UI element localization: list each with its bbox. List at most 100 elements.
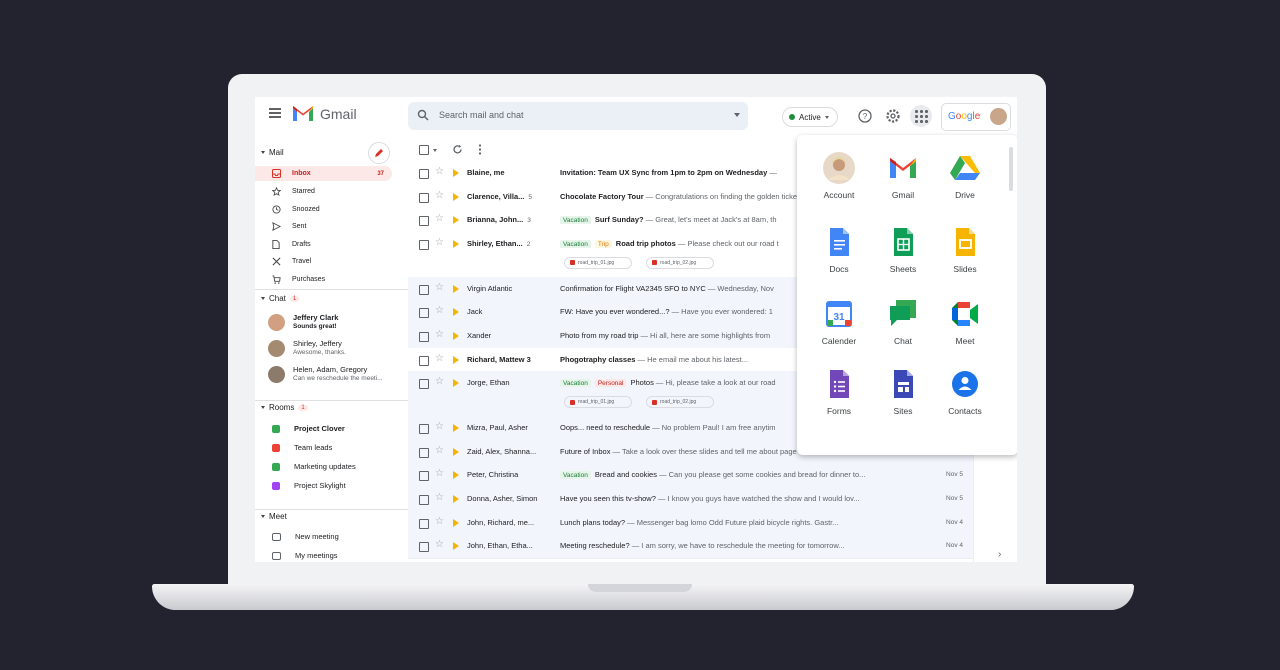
room-item[interactable]: Project Skylight [272,478,346,493]
star-icon[interactable]: ☆ [435,305,444,316]
star-icon[interactable]: ☆ [435,237,444,248]
row-checkbox[interactable] [419,216,429,227]
important-marker-icon[interactable] [453,355,459,364]
app-slides[interactable]: Slides [935,226,995,274]
chat-item[interactable]: Helen, Adam, Gregory Can we reschedule t… [268,364,403,388]
star-icon[interactable]: ☆ [435,421,444,432]
email-label[interactable]: Vacation [560,239,591,248]
email-label[interactable]: Vacation [560,216,591,225]
star-icon[interactable]: ☆ [435,539,444,550]
row-checkbox[interactable] [419,424,429,435]
app-meet[interactable]: Meet [935,298,995,346]
app-sites[interactable]: Sites [873,368,933,416]
email-row[interactable]: ☆ Peter, Christina Vacation Bread and cooki… [408,463,973,488]
app-contacts[interactable]: Contacts [935,368,995,416]
row-checkbox[interactable] [419,239,429,250]
select-all-checkbox[interactable] [419,145,429,155]
refresh-icon[interactable] [452,144,463,155]
email-label[interactable]: Personal [594,379,627,388]
star-icon[interactable]: ☆ [435,445,444,456]
attachment-chip[interactable]: road_trip_01.jpg [564,396,632,409]
star-icon[interactable]: ☆ [435,353,444,364]
app-docs[interactable]: Docs [809,226,869,274]
important-marker-icon[interactable] [453,192,459,201]
search-options-icon[interactable] [734,113,740,117]
sidebar-item-sent[interactable]: Sent [255,219,392,234]
search-input[interactable]: Search mail and chat [439,110,524,120]
sidebar-item-starred[interactable]: Starred [255,184,392,199]
gmail-logo[interactable]: Gmail [292,105,357,122]
important-marker-icon[interactable] [453,239,459,248]
compose-button[interactable] [368,142,390,164]
app-sheets[interactable]: Sheets [873,226,933,274]
email-label[interactable]: Trip [594,239,612,248]
star-icon[interactable]: ☆ [435,468,444,479]
important-marker-icon[interactable] [453,424,459,433]
row-checkbox[interactable] [419,471,429,482]
app-forms[interactable]: Forms [809,368,869,416]
row-checkbox[interactable] [419,379,429,390]
room-item[interactable]: Project Clover [272,421,345,436]
important-marker-icon[interactable] [453,284,459,293]
chevron-down-icon[interactable] [433,149,437,152]
help-icon[interactable]: ? [857,108,873,124]
scrollbar[interactable] [1009,147,1013,191]
search-bar[interactable]: Search mail and chat [408,102,748,130]
star-icon[interactable]: ☆ [435,329,444,340]
important-marker-icon[interactable] [453,308,459,317]
room-item[interactable]: Team leads [272,440,332,455]
important-marker-icon[interactable] [453,169,459,177]
meet-item-my-meetings[interactable]: My meetings [272,548,338,562]
important-marker-icon[interactable] [453,471,459,480]
meet-section-header[interactable]: Meet [261,512,287,521]
attachment-chip[interactable]: road_trip_02.jpg [646,396,714,409]
important-marker-icon[interactable] [453,542,459,551]
email-row[interactable]: ☆ John, Ethan, Etha... Meeting reschedule?… [408,534,973,559]
row-checkbox[interactable] [419,542,429,553]
mail-section-header[interactable]: Mail [261,148,284,157]
important-marker-icon[interactable] [453,447,459,456]
star-icon[interactable]: ☆ [435,492,444,503]
room-item[interactable]: Marketing updates [272,459,356,474]
important-marker-icon[interactable] [453,495,459,503]
attachment-chip[interactable]: road_trip_01.jpg [564,256,632,269]
avatar[interactable] [990,108,1007,125]
important-marker-icon[interactable] [453,216,459,225]
email-label[interactable]: Vacation [560,379,591,388]
app-chat[interactable]: Chat [873,298,933,346]
sidebar-item-inbox[interactable]: Inbox 37 [255,166,392,181]
row-checkbox[interactable] [419,355,429,366]
sidebar-item-purchases[interactable]: Purchases [255,272,392,287]
sidebar-item-drafts[interactable]: Drafts [255,237,392,252]
gear-icon[interactable] [885,108,901,124]
row-checkbox[interactable] [419,284,429,295]
row-checkbox[interactable] [419,169,429,179]
chevron-right-icon[interactable]: › [998,549,1001,560]
chat-item[interactable]: Shirley, Jeffery Awesome, thanks. [268,338,403,362]
main-menu-icon[interactable] [269,108,281,118]
meet-item-new-meeting[interactable]: New meeting [272,529,339,544]
star-icon[interactable]: ☆ [435,282,444,293]
account-switcher[interactable]: Google [941,103,1011,131]
row-checkbox[interactable] [419,518,429,529]
rooms-section-header[interactable]: Rooms 1 [261,403,308,412]
status-selector[interactable]: Active [782,107,838,127]
important-marker-icon[interactable] [453,332,459,340]
chat-item[interactable]: Jeffery Clark Sounds great! [268,312,403,336]
app-calendar[interactable]: 31 Calender [809,298,869,346]
star-icon[interactable]: ☆ [435,190,444,201]
sidebar-item-travel[interactable]: Travel [255,254,392,269]
search-icon[interactable] [417,109,429,121]
row-checkbox[interactable] [419,332,429,342]
sidebar-item-snoozed[interactable]: Snoozed [255,202,392,217]
email-row[interactable]: ☆ Donna, Asher, Simon Have you seen this t… [408,487,973,512]
apps-grid-button[interactable] [910,105,932,127]
row-checkbox[interactable] [419,308,429,319]
row-checkbox[interactable] [419,495,429,505]
app-drive[interactable]: Drive [935,152,995,200]
attachment-chip[interactable]: road_trip_02.jpg [646,256,714,269]
email-label[interactable]: Vacation [560,471,591,480]
star-icon[interactable]: ☆ [435,376,444,387]
star-icon[interactable]: ☆ [435,213,444,224]
row-checkbox[interactable] [419,447,429,458]
